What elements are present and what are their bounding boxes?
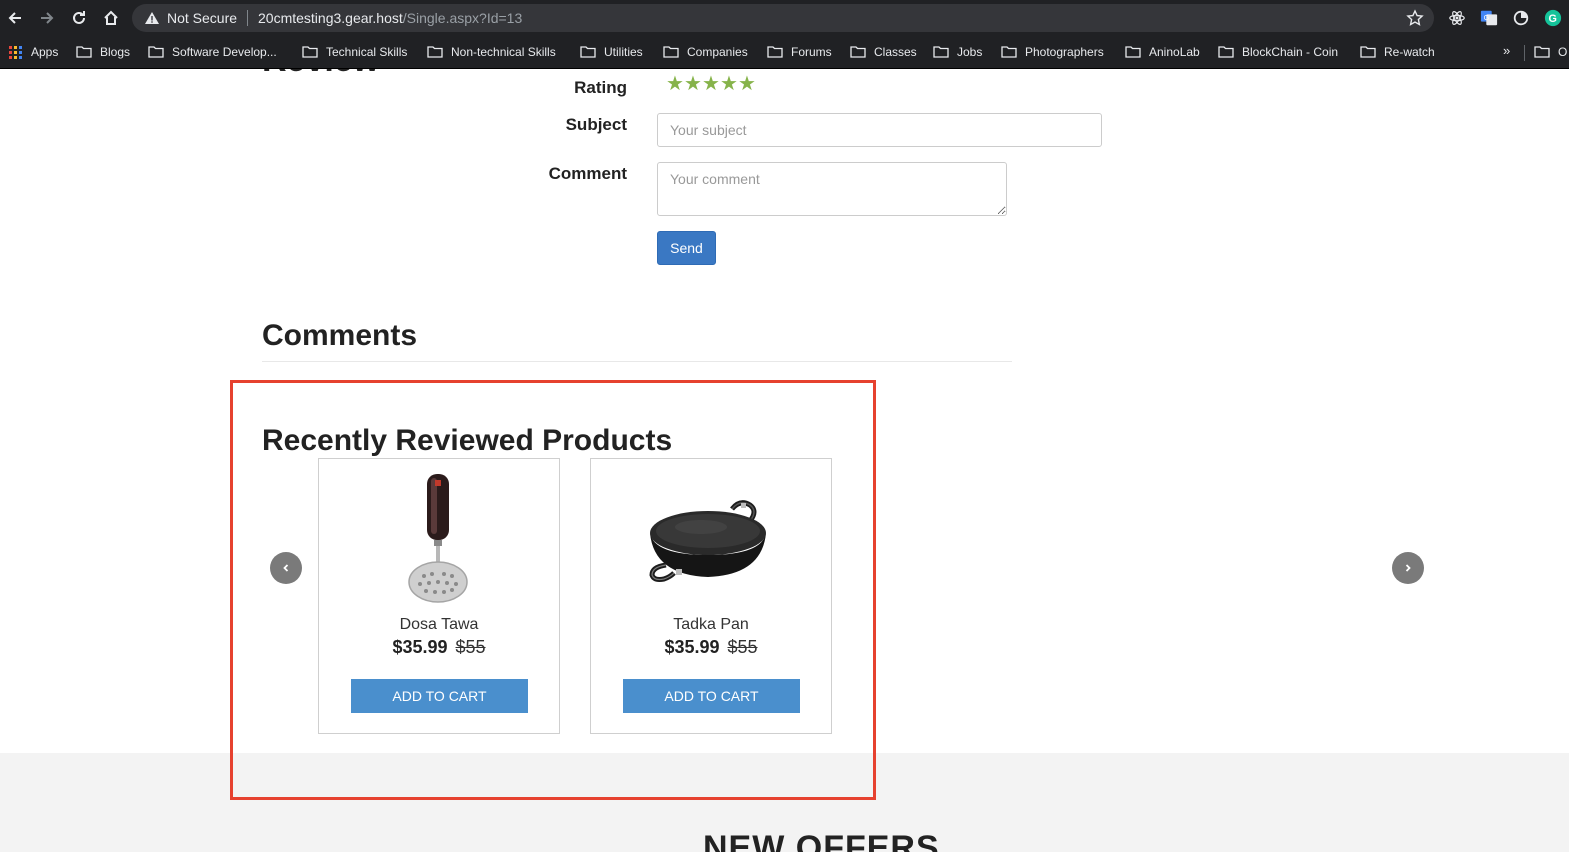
star-icon[interactable]: ★ [666, 74, 684, 94]
bookmarks-divider [1524, 45, 1525, 61]
svg-text:G: G [1549, 13, 1557, 25]
bookmark-folder-non-technical-skills[interactable]: Non-technical Skills [427, 44, 556, 60]
comments-divider [262, 361, 1012, 362]
home-button[interactable] [99, 6, 123, 30]
rating-label: Rating [574, 78, 627, 97]
folder-icon [850, 46, 866, 58]
star-icon[interactable]: ★ [738, 74, 756, 94]
bookmark-folder-jobs[interactable]: Jobs [933, 44, 982, 60]
send-button[interactable]: Send [657, 231, 716, 265]
star-icon[interactable]: ★ [684, 74, 702, 94]
carousel-next-button[interactable] [1392, 552, 1424, 584]
highlight-annotation-box [230, 380, 876, 800]
bookmark-label: Jobs [957, 45, 983, 59]
extension-circle-icon[interactable] [1511, 8, 1531, 28]
bookmark-folder-classes[interactable]: Classes [850, 44, 917, 60]
folder-icon [1125, 46, 1141, 58]
grammarly-icon[interactable]: G [1543, 8, 1563, 28]
bookmark-folder-other[interactable]: O [1534, 44, 1567, 60]
forward-button[interactable] [35, 6, 59, 30]
address-bar[interactable]: Not Secure 20cmtesting3.gear.host/Single… [132, 4, 1434, 32]
folder-icon [933, 46, 949, 58]
folder-icon [1360, 46, 1376, 58]
bookmark-label: Non-technical Skills [451, 45, 556, 59]
bookmark-label: AninoLab [1149, 45, 1200, 59]
back-button[interactable] [3, 6, 27, 30]
folder-icon [767, 46, 783, 58]
star-icon[interactable]: ★ [720, 74, 738, 94]
folder-icon [302, 46, 318, 58]
comment-label: Comment [548, 164, 627, 183]
react-devtools-icon[interactable] [1447, 8, 1467, 28]
bookmark-folder-photographers[interactable]: Photographers [1001, 44, 1104, 60]
subject-input[interactable] [657, 113, 1102, 147]
bookmark-label: Technical Skills [326, 45, 408, 59]
bookmark-label: Classes [874, 45, 917, 59]
bookmark-label: Software Develop... [172, 45, 277, 59]
folder-icon [148, 46, 164, 58]
home-icon [104, 10, 118, 25]
folder-icon [1534, 46, 1550, 58]
browser-toolbar: Not Secure 20cmtesting3.gear.host/Single… [0, 0, 1569, 36]
bookmark-apps-label: Apps [31, 45, 59, 59]
bookmark-label: O [1558, 45, 1568, 59]
folder-icon [1001, 46, 1017, 58]
bookmarks-bar: Apps Blogs Software Develop... Technical… [0, 36, 1569, 69]
bookmark-folder-aninolab[interactable]: AninoLab [1125, 44, 1200, 60]
bookmark-label: Forums [791, 45, 832, 59]
bookmarks-overflow-button[interactable]: » [1503, 43, 1510, 58]
url-path: /Single.aspx?Id=13 [402, 10, 523, 26]
google-translate-icon[interactable]: G [1479, 8, 1499, 28]
bookmark-folder-forums[interactable]: Forums [767, 44, 832, 60]
bookmark-folder-companies[interactable]: Companies [663, 44, 748, 60]
bookmark-star-icon[interactable] [1406, 9, 1424, 27]
bookmark-folder-utilities[interactable]: Utilities [580, 44, 643, 60]
bookmark-folder-re-watch[interactable]: Re-watch [1360, 44, 1435, 60]
bookmark-label: Re-watch [1384, 45, 1435, 59]
bookmark-label: Blogs [100, 45, 131, 59]
warning-icon [145, 12, 159, 24]
comments-heading: Comments [262, 319, 418, 352]
bookmark-folder-technical-skills[interactable]: Technical Skills [302, 44, 407, 60]
omnibox-divider [247, 10, 248, 26]
new-offers-heading: NEW OFFERS [703, 829, 940, 852]
bookmark-label: BlockChain - Coin [1242, 45, 1339, 59]
url-host: 20cmtesting3.gear.host [258, 10, 403, 26]
folder-icon [76, 46, 92, 58]
bookmark-label: Companies [687, 45, 748, 59]
apps-grid-icon [9, 45, 22, 59]
bookmark-folder-blockchain-coin[interactable]: BlockChain - Coin [1218, 44, 1338, 60]
svg-text:G: G [1484, 13, 1490, 22]
subject-label: Subject [565, 115, 627, 134]
star-icon[interactable]: ★ [702, 74, 720, 94]
bookmark-label: Utilities [604, 45, 643, 59]
bookmark-label: Photographers [1025, 45, 1104, 59]
comment-textarea[interactable] [657, 162, 1007, 216]
security-label[interactable]: Not Secure [167, 10, 237, 26]
chevron-right-icon [1405, 564, 1411, 572]
folder-icon [427, 46, 443, 58]
bookmark-folder-software-develop[interactable]: Software Develop... [148, 44, 277, 60]
reload-button[interactable] [67, 6, 91, 30]
folder-icon [580, 46, 596, 58]
folder-icon [663, 46, 679, 58]
url-text[interactable]: 20cmtesting3.gear.host/Single.aspx?Id=13 [258, 10, 522, 26]
arrow-right-icon [41, 12, 54, 24]
arrow-left-icon [8, 12, 21, 24]
folder-icon [1218, 46, 1234, 58]
reload-icon [73, 11, 85, 24]
bookmark-folder-blogs[interactable]: Blogs [76, 44, 130, 60]
bookmark-apps[interactable]: Apps [9, 44, 58, 60]
rating-stars[interactable]: ★ ★ ★ ★ ★ [666, 74, 756, 94]
